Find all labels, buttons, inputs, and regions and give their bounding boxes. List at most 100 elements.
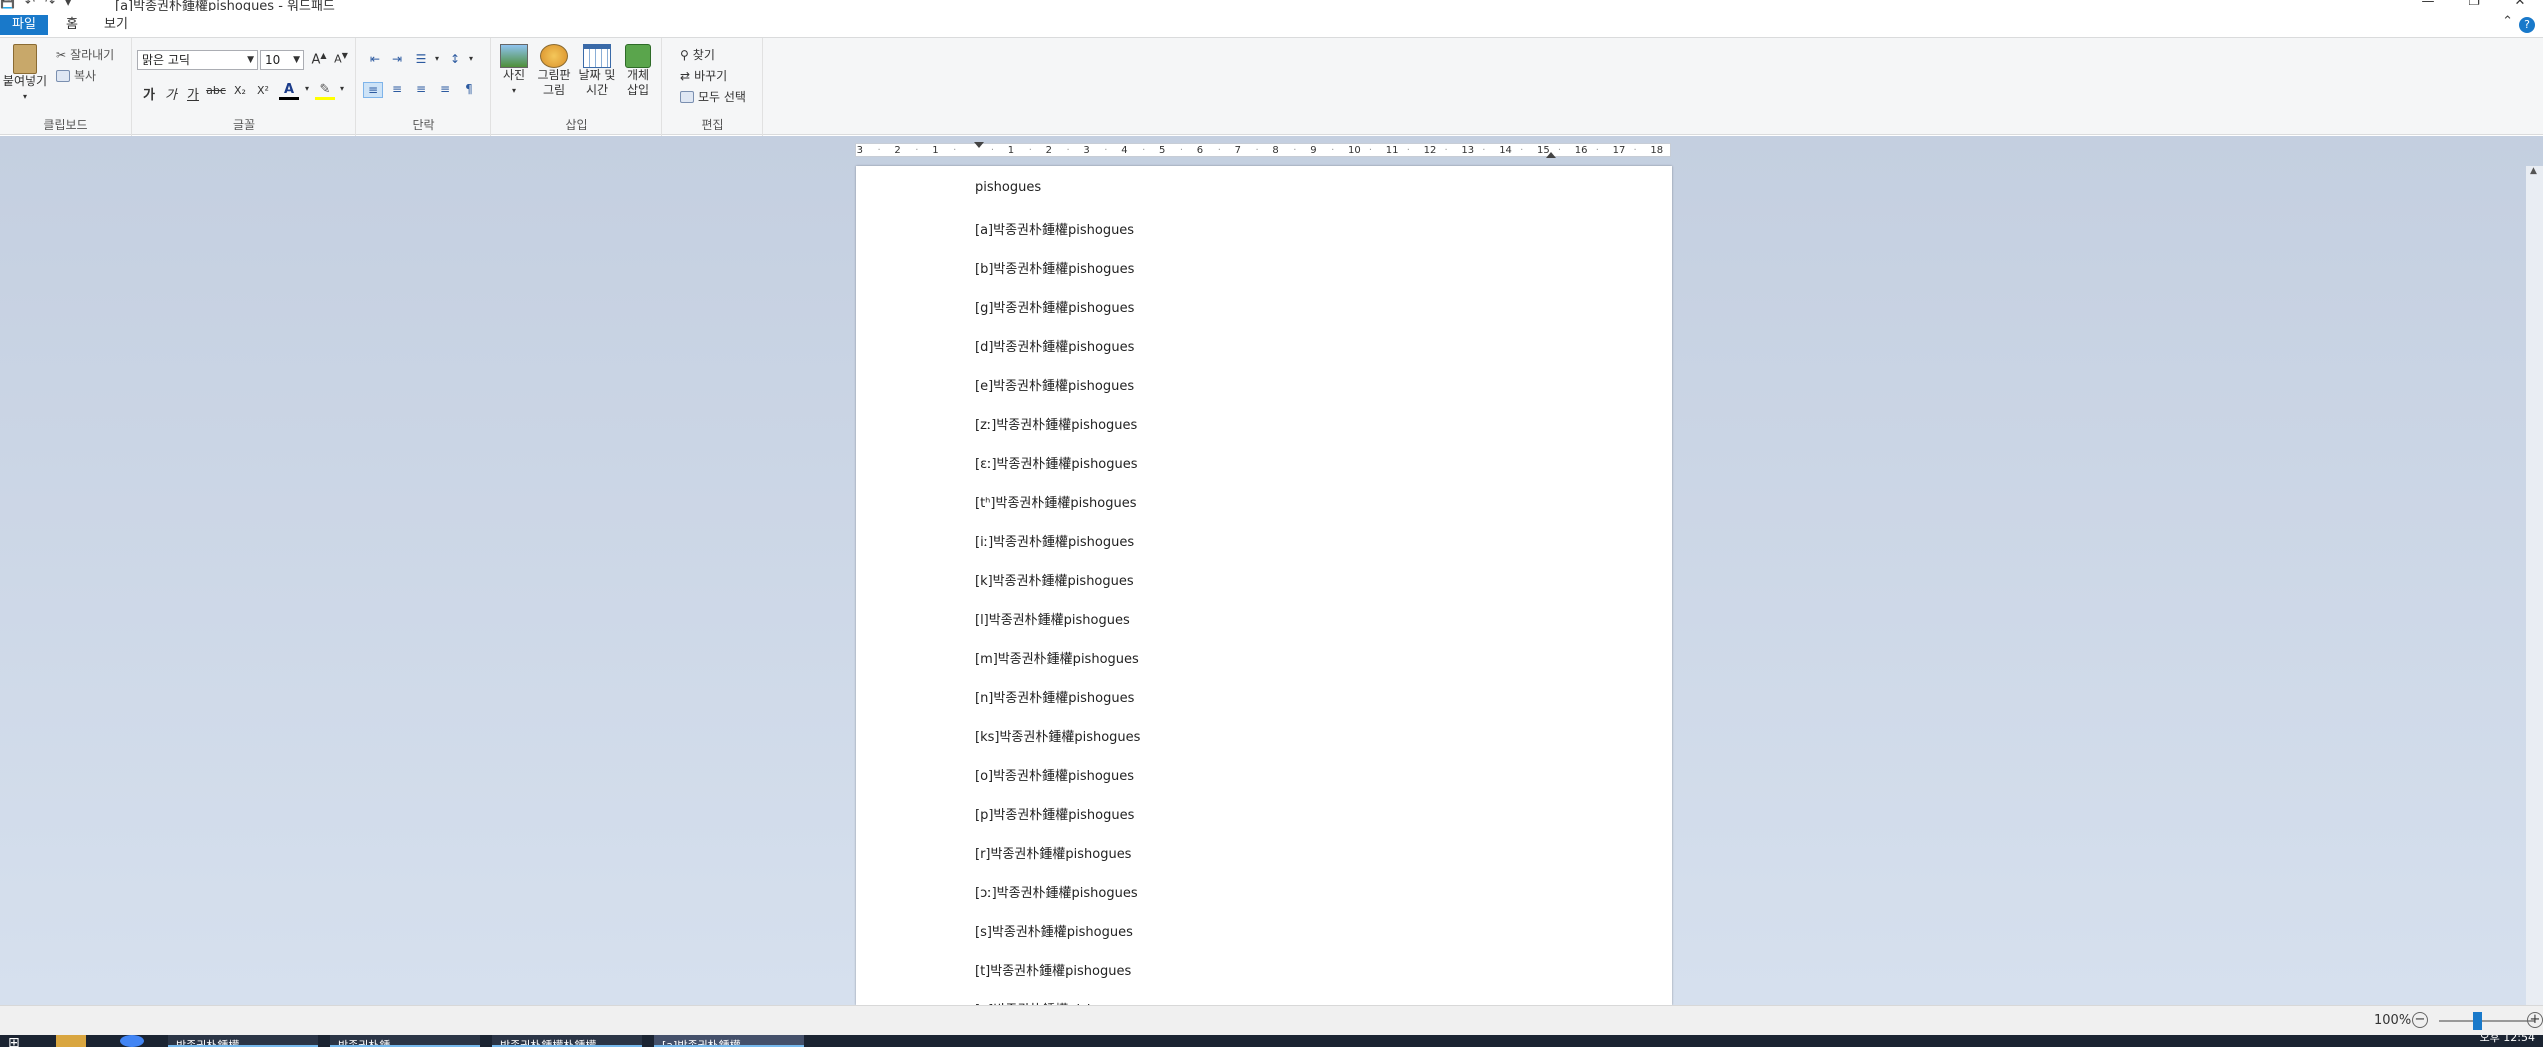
save-icon[interactable]: 💾 xyxy=(0,0,15,9)
highlight-dropdown-icon[interactable]: ▾ xyxy=(332,84,352,93)
ruler-tick: · xyxy=(1066,145,1070,156)
customize-icon[interactable]: ▾ xyxy=(65,0,71,9)
paste-button[interactable]: 붙여넣기 ▾ xyxy=(2,44,48,104)
font-family-select[interactable]: 맑은 고딕 ▼ xyxy=(137,50,258,70)
bold-button[interactable]: 가 xyxy=(139,84,159,103)
document-page[interactable]: pishogues [a]박종권朴鍾權pishogues [b]박종권朴鍾權pish… xyxy=(856,166,1672,1018)
maximize-button[interactable]: ❐ xyxy=(2451,0,2497,9)
tab-home[interactable]: 홈 xyxy=(56,15,88,35)
document-line[interactable]: [g]박종권朴鍾權pishogues xyxy=(975,297,1134,316)
replace-button[interactable]: ⇄ 바꾸기 xyxy=(680,67,727,84)
document-line[interactable]: [l]박종권朴鍾權pishogues xyxy=(975,609,1130,628)
document-line[interactable]: [iː]박종권朴鍾權pishogues xyxy=(975,531,1134,550)
tab-view[interactable]: 보기 xyxy=(94,15,138,35)
ruler-label: 18 xyxy=(1650,145,1664,156)
ruler[interactable]: 3 · 2 · 1 · · 1 · 2 · 3 · 4 · 5 · 6 · 7 · 8 · 9 · 10 · 11 · 12 · 13 · 14 ·… xyxy=(855,142,1671,158)
document-line[interactable]: [b]박종권朴鍾權pishogues xyxy=(975,258,1134,277)
find-button[interactable]: ⚲ 찾기 xyxy=(680,46,715,63)
grow-font-button[interactable]: A▲ xyxy=(309,51,329,67)
document-line[interactable]: [a]박종권朴鍾權pishogues xyxy=(975,219,1134,238)
align-center-icon[interactable]: ≡ xyxy=(387,82,407,96)
document-line[interactable]: [r]박종권朴鍾權pishogues xyxy=(975,843,1131,862)
align-right-icon[interactable]: ≡ xyxy=(411,82,431,96)
superscript-button[interactable]: X² xyxy=(253,84,273,97)
taskbar-item-2[interactable]: 박종권朴鍾... xyxy=(330,1035,480,1047)
tab-file[interactable]: 파일 xyxy=(0,15,48,35)
document-line[interactable]: [ks]박종권朴鍾權pishogues xyxy=(975,726,1140,745)
paste-dropdown-icon[interactable]: ▾ xyxy=(2,89,48,104)
insert-picture-button[interactable]: 사진 ▾ xyxy=(496,44,532,98)
chevron-down-icon[interactable]: ▾ xyxy=(461,54,481,63)
document-line[interactable]: [tʰ]박종권朴鍾權pishogues xyxy=(975,492,1136,511)
chevron-down-icon[interactable]: ▾ xyxy=(427,54,447,63)
document-line[interactable]: [o]박종권朴鍾權pishogues xyxy=(975,765,1134,784)
font-color-dropdown-icon[interactable]: ▾ xyxy=(297,84,317,93)
font-group: 맑은 고딕 ▼ 10 ▼ A▲ A▼ 가 가 가 abc X₂ X² A ▾ ✎… xyxy=(133,38,356,136)
document-line[interactable]: [ɛː]박종권朴鍾權pishogues xyxy=(975,453,1138,472)
strikethrough-button[interactable]: abc xyxy=(206,84,226,97)
ruler-label: 7 xyxy=(1234,145,1241,156)
document-line[interactable]: [k]박종권朴鍾權pishogues xyxy=(975,570,1134,589)
document-line[interactable]: [e]박종권朴鍾權pishogues xyxy=(975,375,1134,394)
object-icon xyxy=(625,44,651,68)
shrink-font-button[interactable]: A▼ xyxy=(331,51,351,66)
help-icon[interactable]: ? xyxy=(2519,17,2535,33)
redo-icon[interactable]: ↷ xyxy=(45,0,55,9)
select-all-button[interactable]: 모두 선택 xyxy=(680,88,746,105)
paragraph-settings-icon[interactable]: ¶ xyxy=(459,82,479,96)
ruler-tick: · xyxy=(1557,145,1562,156)
chrome-icon[interactable] xyxy=(120,1035,144,1047)
taskbar-item-3[interactable]: 박종권朴鍾權朴鍾權 xyxy=(492,1035,642,1047)
increase-indent-icon[interactable]: ⇥ xyxy=(387,52,407,66)
file-explorer-icon[interactable] xyxy=(56,1035,86,1047)
zoom-out-button[interactable]: − xyxy=(2412,1012,2428,1028)
decrease-indent-icon[interactable]: ⇤ xyxy=(365,52,385,66)
ruler-label: 2 xyxy=(1045,145,1052,156)
font-group-label: 글꼴 xyxy=(232,118,256,132)
ruler-label: 16 xyxy=(1574,145,1588,156)
undo-icon[interactable]: ↶ xyxy=(25,0,35,9)
object-label-1: 개체 xyxy=(626,68,650,82)
clock[interactable]: 오후 12:54 xyxy=(2480,1035,2535,1045)
italic-button[interactable]: 가 xyxy=(161,84,181,103)
collapse-ribbon-icon[interactable]: ⌃ xyxy=(2502,14,2513,29)
zoom-slider-thumb[interactable] xyxy=(2473,1012,2483,1030)
close-button[interactable]: ✕ xyxy=(2497,0,2543,9)
underline-button[interactable]: 가 xyxy=(183,84,203,103)
start-icon[interactable]: ⊞ xyxy=(8,1035,20,1047)
insert-object-button[interactable]: 개체 삽입 xyxy=(620,44,656,98)
first-line-indent-marker[interactable] xyxy=(974,142,984,148)
font-size-select[interactable]: 10 ▼ xyxy=(260,50,304,70)
taskbar-item-1[interactable]: 박종권朴鍾權... xyxy=(168,1035,318,1047)
document-line[interactable]: [n]박종권朴鍾權pishogues xyxy=(975,687,1134,706)
document-line[interactable]: pishogues xyxy=(975,180,1041,195)
picture-dropdown-icon[interactable]: ▾ xyxy=(496,83,532,98)
ruler-label: 5 xyxy=(1159,145,1166,156)
zoom-slider[interactable] xyxy=(2439,1020,2535,1022)
justify-icon[interactable]: ≡ xyxy=(435,82,455,96)
vertical-scrollbar[interactable]: ▲ xyxy=(2526,166,2543,1005)
date-label-2: 시간 xyxy=(585,83,609,97)
document-line[interactable]: [p]박종권朴鍾權pishogues xyxy=(975,804,1134,823)
document-line[interactable]: [t]박종권朴鍾權pishogues xyxy=(975,960,1131,979)
document-line[interactable]: [m]박종권朴鍾權pishogues xyxy=(975,648,1139,667)
subscript-button[interactable]: X₂ xyxy=(230,84,250,97)
paint-drawing-button[interactable]: 그림판 그림 xyxy=(534,44,574,98)
cut-button[interactable]: ✂ 잘라내기 xyxy=(56,46,114,63)
align-left-icon[interactable]: ≡ xyxy=(363,82,383,98)
font-color-button[interactable]: A xyxy=(279,82,299,100)
ruler-tick: · xyxy=(1255,145,1259,156)
document-line[interactable]: [zː]박종권朴鍾權pishogues xyxy=(975,414,1137,433)
document-line[interactable]: [s]박종권朴鍾權pishogues xyxy=(975,921,1133,940)
cut-label: 잘라내기 xyxy=(70,48,115,62)
ruler-label: 17 xyxy=(1612,145,1626,156)
document-line[interactable]: [d]박종권朴鍾權pishogues xyxy=(975,336,1134,355)
copy-button[interactable]: 복사 xyxy=(56,67,96,84)
date-time-button[interactable]: 날짜 및 시간 xyxy=(576,44,618,98)
scroll-up-icon[interactable]: ▲ xyxy=(2530,166,2537,176)
calendar-icon xyxy=(583,44,611,68)
zoom-in-button[interactable]: + xyxy=(2527,1012,2543,1028)
taskbar-item-4[interactable]: [a]박종권朴鍾權... xyxy=(654,1035,804,1047)
minimize-button[interactable]: — xyxy=(2405,0,2451,9)
document-line[interactable]: [ɔː]박종권朴鍾權pishogues xyxy=(975,882,1138,901)
